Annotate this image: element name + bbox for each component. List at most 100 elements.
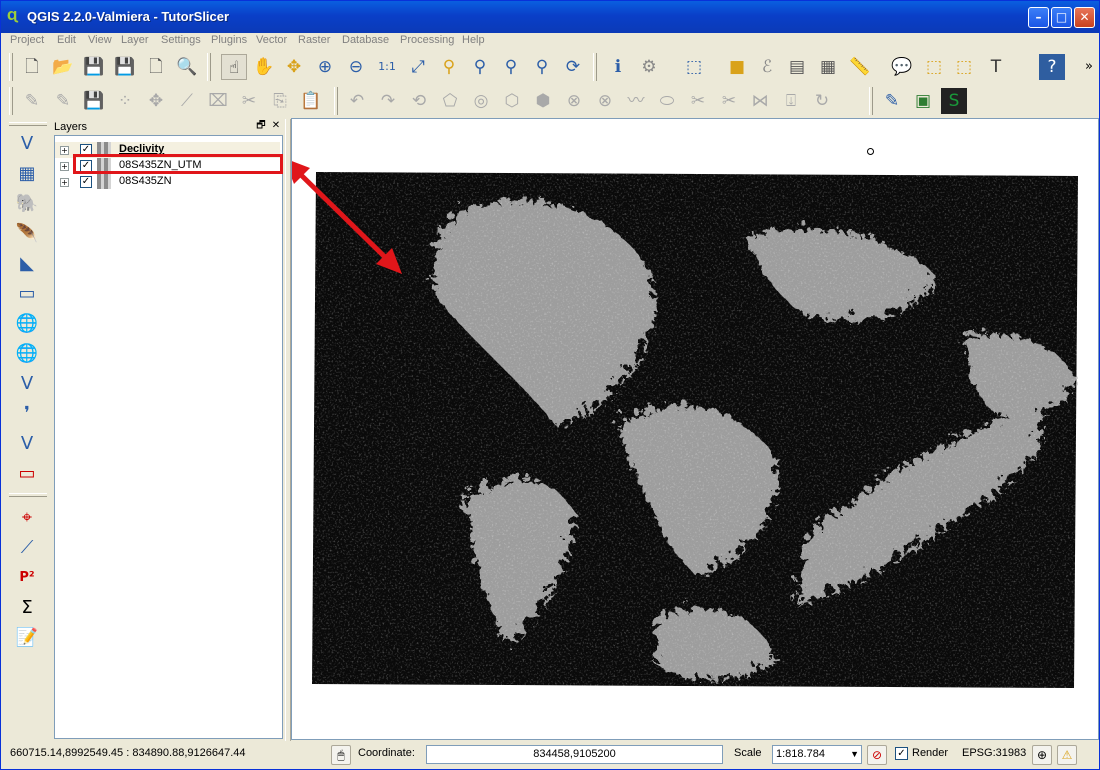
split-features-icon[interactable]: ✂ (685, 88, 711, 114)
toggle-extents-icon[interactable]: 🖱 (331, 745, 351, 765)
offset-curve-icon[interactable]: ⬭ (654, 88, 680, 114)
zoom-last-icon[interactable]: ⚲ (498, 54, 524, 80)
add-part-icon[interactable]: ⬡ (499, 88, 525, 114)
undo-icon[interactable]: ↶ (344, 88, 370, 114)
zoom-out-icon[interactable]: ⊖ (343, 54, 369, 80)
zoom-to-layer-icon[interactable]: ⚲ (467, 54, 493, 80)
add-mssql-layer-icon[interactable]: ◣ (13, 251, 41, 277)
add-raster-layer-icon[interactable]: ▦ (13, 161, 41, 187)
identify-features-icon[interactable]: ℹ (605, 54, 631, 80)
expand-icon[interactable]: + (60, 146, 69, 155)
toolbar-overflow-icon[interactable]: » (1076, 54, 1100, 80)
save-project-icon[interactable]: 💾 (81, 54, 107, 80)
notes-icon[interactable]: 📝 (13, 625, 41, 651)
minimize-button[interactable]: – (1028, 7, 1049, 28)
p2-plugin-icon[interactable]: P² (13, 565, 41, 591)
zoom-to-selection-icon[interactable]: ⚲ (436, 54, 462, 80)
add-oracle-layer-icon[interactable]: ▭ (13, 281, 41, 307)
new-print-composer-icon[interactable]: 🗋 (143, 54, 169, 80)
table-icon[interactable]: ▣ (910, 88, 936, 114)
chevron-down-icon[interactable]: ▼ (850, 746, 859, 763)
deselect-features-icon[interactable]: ■ (724, 54, 750, 80)
fill-ring-icon[interactable]: ⬢ (530, 88, 556, 114)
menu-vector[interactable]: Vector (256, 34, 287, 46)
render-checkbox[interactable]: ✓ (895, 747, 908, 760)
toolbar-grip[interactable] (593, 53, 597, 81)
toolbar-grip[interactable] (9, 87, 13, 115)
redo-icon[interactable]: ↷ (375, 88, 401, 114)
reshape-features-icon[interactable]: 〰 (623, 88, 649, 114)
statist-icon[interactable]: Σ (13, 595, 41, 621)
show-bookmarks-icon[interactable]: ⬚ (951, 54, 977, 80)
save-edits-icon[interactable]: 💾 (81, 88, 107, 114)
delete-part-icon[interactable]: ⊗ (592, 88, 618, 114)
expand-icon[interactable]: + (60, 162, 69, 171)
add-ring-icon[interactable]: ◎ (468, 88, 494, 114)
add-wfs-layer-icon[interactable]: V (13, 371, 41, 397)
menu-layer[interactable]: Layer (121, 34, 149, 46)
node-tool-icon[interactable]: ⟋ (174, 88, 200, 114)
layer-item-08s435zn[interactable]: + ✓ 08S435ZN (55, 174, 280, 190)
move-feature-icon[interactable]: ✥ (143, 88, 169, 114)
delete-ring-icon[interactable]: ⊗ (561, 88, 587, 114)
toolbar-grip[interactable] (9, 493, 47, 497)
menu-help[interactable]: Help (462, 34, 485, 46)
delete-selected-icon[interactable]: ⌧ (205, 88, 231, 114)
crs-projection-icon[interactable]: ⊕ (1032, 745, 1052, 765)
menu-raster[interactable]: Raster (298, 34, 330, 46)
copy-features-icon[interactable]: ⎘ (267, 88, 293, 114)
new-project-icon[interactable]: 🗋 (19, 54, 45, 80)
toolbar-grip[interactable] (869, 87, 873, 115)
add-postgis-layer-icon[interactable]: 🐘 (13, 191, 41, 217)
georeferencer-icon[interactable]: ⟋ (13, 535, 41, 561)
scale-combobox[interactable]: 1:818.784 ▼ (772, 745, 862, 764)
menu-edit[interactable]: Edit (57, 34, 76, 46)
paste-features-icon[interactable]: 📋 (298, 88, 324, 114)
new-shapefile-layer-icon[interactable]: V (13, 431, 41, 457)
zoom-native-resolution-icon[interactable]: 1:1 (374, 54, 400, 80)
zoom-full-icon[interactable]: ⤢ (405, 54, 431, 80)
close-panel-icon[interactable]: ✕ (270, 120, 282, 132)
toolbar-grip[interactable] (334, 87, 338, 115)
menu-processing[interactable]: Processing (400, 34, 454, 46)
add-vector-layer-icon[interactable]: V (13, 131, 41, 157)
open-project-icon[interactable]: 📂 (50, 54, 76, 80)
text-annotation-icon[interactable]: T (983, 54, 1009, 80)
zoom-next-icon[interactable]: ⚲ (529, 54, 555, 80)
expand-icon[interactable]: + (60, 178, 69, 187)
pan-to-selection-icon[interactable]: ✥ (281, 54, 307, 80)
add-wcs-layer-icon[interactable]: 🌐 (13, 341, 41, 367)
add-feature-icon[interactable]: ⁘ (112, 88, 138, 114)
measure-line-icon[interactable]: 📏 (847, 54, 873, 80)
save-as-icon[interactable]: 💾 (112, 54, 138, 80)
statistics-icon[interactable]: ▦ (815, 54, 841, 80)
coordinate-capture-icon[interactable]: ⌖ (13, 505, 41, 531)
menu-database[interactable]: Database (342, 34, 389, 46)
map-canvas[interactable] (291, 118, 1099, 740)
layer-tree[interactable]: + ✓ Declivity + ✓ 08S435ZN_UTM + ✓ 08S43… (54, 135, 283, 739)
menu-settings[interactable]: Settings (161, 34, 201, 46)
layer-visibility-checkbox[interactable]: ✓ (80, 176, 92, 188)
stop-render-icon[interactable]: ⊘ (867, 745, 887, 765)
menu-project[interactable]: Project (10, 34, 44, 46)
toolbar-grip[interactable] (9, 122, 47, 126)
attribute-table-icon[interactable]: ▤ (784, 54, 810, 80)
composer-manager-icon[interactable]: 🔍 (174, 54, 200, 80)
menu-view[interactable]: View (88, 34, 112, 46)
close-button[interactable]: ✕ (1074, 7, 1095, 28)
title-bar[interactable]: Ɋ QGIS 2.2.0-Valmiera - TutorSlicer – □ … (1, 1, 1099, 33)
add-wms-layer-icon[interactable]: 🌐 (13, 311, 41, 337)
add-delimited-text-layer-icon[interactable]: ❜ (13, 401, 41, 427)
touch-zoom-pan-icon[interactable]: ☝ (221, 54, 247, 80)
maximize-button[interactable]: □ (1051, 7, 1072, 28)
grass-icon[interactable]: S (941, 88, 967, 114)
coordinate-field[interactable]: 834458,9105200 (426, 745, 723, 764)
toolbar-grip[interactable] (207, 53, 211, 81)
select-features-icon[interactable]: ⬚ (681, 54, 707, 80)
run-feature-action-icon[interactable]: ⚙ (636, 54, 662, 80)
refresh-icon[interactable]: ⟳ (560, 54, 586, 80)
remove-layer-icon[interactable]: ▭ (13, 461, 41, 487)
field-calculator-icon[interactable]: ℰ (754, 54, 780, 80)
merge-attributes-icon[interactable]: ⍗ (778, 88, 804, 114)
toggle-editing-icon[interactable]: ✎ (50, 88, 76, 114)
